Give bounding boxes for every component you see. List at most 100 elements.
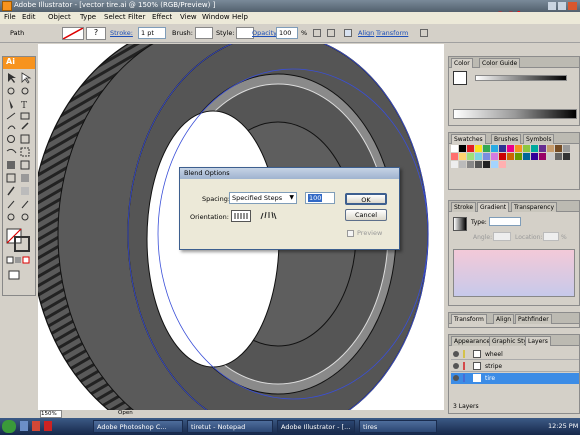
tab-transform[interactable]: Transform (451, 314, 487, 324)
stroke-color-swatch[interactable]: ? (86, 27, 106, 40)
steps-field[interactable]: 100 (305, 192, 335, 204)
tab-symbols[interactable]: Symbols (523, 134, 555, 144)
menu-view[interactable]: View (180, 13, 197, 21)
gradient-mode-icon (15, 257, 21, 263)
rectangle-tool-icon (20, 112, 30, 120)
slice-tool-icon (7, 200, 15, 209)
preview-checkbox[interactable] (347, 230, 354, 237)
tab-appearance[interactable]: Appearance (451, 336, 494, 346)
cancel-button[interactable]: Cancel (345, 209, 387, 221)
eye-icon[interactable] (453, 363, 459, 369)
swatch-grid[interactable] (451, 145, 579, 179)
layer-name: stripe (485, 363, 503, 370)
align-to-page-button[interactable] (231, 210, 251, 222)
maximize-icon[interactable] (558, 2, 566, 10)
layers-panel: Appearance Graphic Sty Layers wheel stri… (448, 334, 580, 414)
quicklaunch-icon[interactable] (44, 421, 52, 431)
gradient-preview[interactable] (453, 217, 467, 231)
color-spectrum-bar[interactable] (453, 109, 577, 119)
scissors-tool-icon (21, 200, 29, 209)
angle-field[interactable] (493, 232, 511, 241)
zoom-tool-icon (21, 213, 29, 221)
transform-panel: Transform Align Pathfinder (448, 312, 580, 328)
tint-slider[interactable] (475, 75, 567, 81)
menu-window[interactable]: Window (202, 13, 230, 21)
fill-swatch[interactable] (62, 27, 84, 40)
menu-edit[interactable]: Edit (22, 13, 36, 21)
tab-stroke[interactable]: Stroke (451, 202, 477, 212)
layer-count: 3 Layers (453, 403, 479, 410)
layer-thumb-icon (473, 362, 481, 370)
menu-object[interactable]: Object (48, 13, 71, 21)
location-field[interactable] (543, 232, 559, 241)
start-button[interactable] (2, 420, 16, 433)
color-fill-box[interactable] (453, 71, 467, 85)
tab-color[interactable]: Color (451, 58, 473, 68)
menu-file[interactable]: File (4, 13, 16, 21)
stroke-weight-field[interactable]: 1 pt (138, 27, 166, 39)
brush-label: Brush: (172, 29, 193, 37)
tab-gradient[interactable]: Gradient (477, 202, 510, 212)
pencil-tool-icon (21, 122, 29, 130)
tab-align[interactable]: Align (493, 314, 515, 324)
selection-type-label: Path (10, 29, 25, 37)
warp-tool-icon (6, 148, 17, 154)
menu-type[interactable]: Type (80, 13, 96, 21)
menu-help[interactable]: Help (232, 13, 248, 21)
layer-thumb-icon (473, 374, 481, 382)
tab-brushes[interactable]: Brushes (491, 134, 522, 144)
scale-tool-icon (20, 134, 30, 144)
rotate-tool-icon (7, 135, 15, 143)
quicklaunch-icon[interactable] (20, 421, 28, 431)
status-bar: 150% Open (38, 410, 444, 418)
screen-mode-icon (8, 270, 20, 280)
spacing-dropdown[interactable]: Specified Steps ▼ (229, 192, 297, 204)
location-label: Location: (515, 234, 543, 241)
menu-effect[interactable]: Effect (152, 13, 172, 21)
gradient-type-dropdown[interactable] (489, 217, 521, 226)
eye-icon[interactable] (453, 351, 459, 357)
tab-transparency[interactable]: Transparency (511, 202, 558, 212)
tool-icons[interactable]: T (3, 71, 35, 297)
layer-row[interactable]: stripe (451, 361, 579, 372)
stroke-label[interactable]: Stroke: (110, 29, 133, 37)
tab-graphic-styles[interactable]: Graphic Sty (489, 336, 530, 346)
menu-filter[interactable]: Filter (128, 13, 145, 21)
tab-swatches[interactable]: Swatches (451, 134, 486, 144)
opacity-field[interactable]: 100 (276, 27, 298, 39)
opacity-label[interactable]: Opacity: (252, 29, 279, 37)
taskbar-item-tires[interactable]: tires (359, 420, 437, 433)
line-tool-icon (6, 112, 16, 120)
minimize-icon[interactable] (548, 2, 556, 10)
menu-select[interactable]: Select (104, 13, 126, 21)
taskbar-item-illustrator[interactable]: Adobe Illustrator - [... (277, 420, 355, 433)
layer-name: wheel (485, 351, 503, 358)
taskbar-item-photoshop[interactable]: Adobe Photoshop C... (93, 420, 183, 433)
tab-color-guide[interactable]: Color Guide (479, 58, 521, 68)
tab-pathfinder[interactable]: Pathfinder (515, 314, 552, 324)
steps-value: 100 (308, 194, 323, 202)
quicklaunch-icon[interactable] (32, 421, 40, 431)
taskbar-item-notepad[interactable]: tiretut - Notepad (187, 420, 273, 433)
align-link[interactable]: Align (358, 29, 374, 37)
align-to-path-button[interactable] (258, 210, 278, 222)
recolor-icon[interactable] (313, 29, 321, 37)
layer-row[interactable]: wheel (451, 349, 579, 360)
tab-layers[interactable]: Layers (525, 336, 551, 346)
close-icon[interactable] (568, 2, 577, 10)
magic-wand-tool-icon (7, 87, 15, 95)
color-panel: Color Color Guide (448, 56, 580, 126)
brush-dropdown[interactable] (195, 27, 213, 39)
align-icon[interactable] (344, 29, 352, 37)
gradient-slider[interactable] (453, 249, 575, 297)
options-icon[interactable] (420, 29, 428, 37)
zoom-field[interactable]: 150% (40, 410, 62, 418)
eye-icon[interactable] (453, 375, 459, 381)
ok-button[interactable]: OK (345, 193, 387, 205)
gradient-tool-icon (21, 174, 29, 182)
direct-selection-tool-icon (21, 72, 32, 84)
transform-link[interactable]: Transform (376, 29, 408, 37)
pen-tool-icon (9, 99, 13, 109)
isolate-icon[interactable] (327, 29, 335, 37)
layer-row-selected[interactable]: tire (451, 373, 579, 384)
